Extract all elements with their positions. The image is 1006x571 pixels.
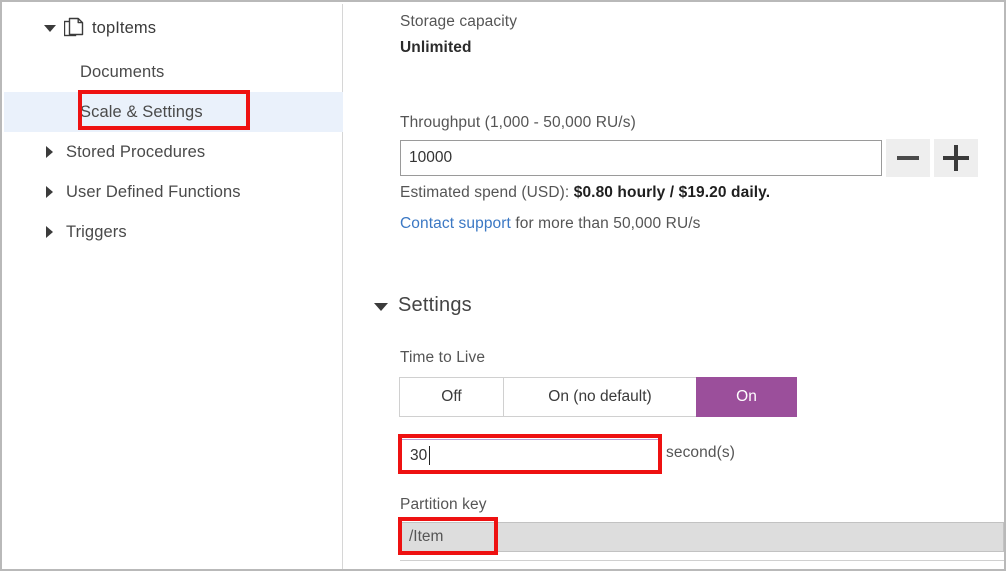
estimated-spend-value: $0.80 hourly / $19.20 daily.	[574, 184, 770, 201]
documents-icon	[64, 17, 84, 39]
sidebar-item-label: Stored Procedures	[66, 143, 205, 162]
throughput-label: Throughput (1,000 - 50,000 RU/s)	[400, 114, 636, 132]
ttl-seconds-unit-label: second(s)	[666, 444, 735, 462]
minus-icon	[886, 139, 930, 177]
settings-screen: topItems Documents Scale & Settings Stor…	[0, 0, 1006, 571]
sidebar-item-label: Documents	[80, 63, 164, 82]
estimated-spend-row: Estimated spend (USD): $0.80 hourly / $1…	[400, 184, 770, 202]
ttl-option-off[interactable]: Off	[399, 377, 503, 417]
chevron-right-icon[interactable]	[42, 144, 58, 160]
sidebar-item-stored-procedures[interactable]: Stored Procedures	[4, 132, 343, 172]
partition-key-input	[400, 522, 1004, 552]
throughput-input[interactable]	[400, 140, 882, 176]
time-to-live-label: Time to Live	[400, 349, 485, 367]
plus-icon	[934, 139, 978, 177]
chevron-down-icon[interactable]	[374, 299, 388, 313]
twisty-placeholder-icon	[42, 104, 58, 120]
sidebar-item-triggers[interactable]: Triggers	[4, 212, 343, 252]
sidebar-item-label: Scale & Settings	[80, 103, 203, 122]
panel-divider	[400, 560, 1004, 561]
chevron-down-icon[interactable]	[42, 20, 58, 36]
ttl-seconds-input[interactable]	[401, 439, 661, 472]
chevron-right-icon[interactable]	[42, 184, 58, 200]
sidebar-item-topitems[interactable]: topItems	[4, 8, 343, 48]
partition-key-label: Partition key	[400, 496, 487, 514]
text-cursor	[429, 446, 430, 465]
scale-and-settings-panel: Storage capacity Unlimited Throughput (1…	[344, 4, 1006, 571]
sidebar-item-documents[interactable]: Documents	[4, 52, 343, 92]
ttl-option-on[interactable]: On	[696, 377, 797, 417]
contact-support-suffix: for more than 50,000 RU/s	[511, 215, 701, 232]
time-to-live-toggle-group: Off On (no default) On	[399, 377, 797, 417]
throughput-decrease-button[interactable]	[886, 139, 930, 177]
sidebar-item-label: Triggers	[66, 223, 127, 242]
contact-support-link[interactable]: Contact support	[400, 215, 511, 232]
contact-support-row: Contact support for more than 50,000 RU/…	[400, 215, 701, 233]
twisty-placeholder-icon	[42, 64, 58, 80]
sidebar-item-user-defined-functions[interactable]: User Defined Functions	[4, 172, 343, 212]
storage-capacity-value: Unlimited	[400, 39, 472, 57]
ttl-option-on-no-default[interactable]: On (no default)	[503, 377, 696, 417]
settings-group-title: Settings	[398, 294, 472, 317]
sidebar-item-scale-and-settings[interactable]: Scale & Settings	[4, 92, 343, 132]
resource-tree-sidebar: topItems Documents Scale & Settings Stor…	[4, 4, 343, 571]
sidebar-item-label: topItems	[92, 19, 156, 38]
throughput-increase-button[interactable]	[934, 139, 978, 177]
chevron-right-icon[interactable]	[42, 224, 58, 240]
storage-capacity-label: Storage capacity	[400, 13, 517, 31]
sidebar-item-label: User Defined Functions	[66, 183, 241, 202]
estimated-spend-prefix: Estimated spend (USD):	[400, 184, 574, 201]
settings-group-header[interactable]: Settings	[374, 294, 472, 317]
